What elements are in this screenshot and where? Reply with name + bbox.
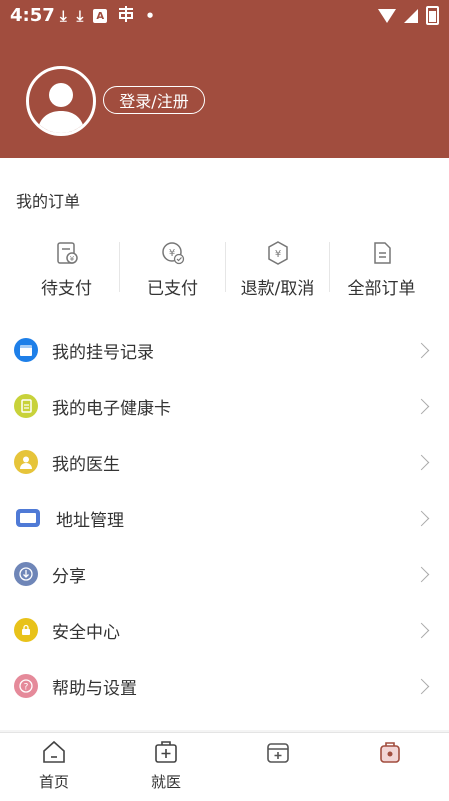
chevron-right-icon	[413, 398, 430, 414]
download-icon: ⤓	[76, 7, 84, 25]
dot-icon: •	[145, 7, 155, 25]
download-icon: ⤓	[60, 7, 67, 25]
medical-icon	[155, 741, 177, 763]
bottom-navigation: 首页 就医	[0, 732, 449, 801]
notification-icon	[117, 6, 135, 26]
profile-header: 4:57 ⤓ ⤓ A • 登录/注册	[0, 0, 449, 158]
chevron-right-icon	[413, 510, 430, 526]
tab-medical[interactable]: 就医	[116, 739, 216, 799]
all-orders-icon	[373, 242, 391, 264]
menu-item-security[interactable]: 安全中心	[0, 602, 449, 658]
signal-icon	[404, 8, 418, 23]
tab-profile[interactable]	[340, 739, 440, 799]
health-kit-icon	[267, 743, 289, 763]
svg-text:?: ?	[24, 683, 29, 693]
share-icon	[14, 562, 38, 586]
card-icon	[14, 394, 38, 418]
chevron-right-icon	[413, 454, 430, 470]
menu-item-my-doctor[interactable]: 我的医生	[0, 434, 449, 490]
menu-item-address[interactable]: 地址管理	[0, 490, 449, 546]
address-icon	[16, 509, 40, 527]
order-all[interactable]: 全部订单	[329, 240, 434, 300]
login-register-button[interactable]: 登录/注册	[103, 86, 205, 114]
menu-item-help-settings[interactable]: ? 帮助与设置	[0, 658, 449, 714]
chevron-right-icon	[413, 342, 430, 358]
menu-list: 我的挂号记录 我的电子健康卡 我的医生 地址管理 分享 安全中心 ? 帮助与设置	[0, 318, 449, 730]
tab-health-kit[interactable]	[228, 739, 328, 799]
calendar-icon	[14, 338, 38, 362]
profile-icon	[380, 742, 400, 763]
menu-item-health-card[interactable]: 我的电子健康卡	[0, 378, 449, 434]
avatar[interactable]	[26, 66, 96, 136]
svg-text:¥: ¥	[69, 255, 74, 263]
menu-item-registration-records[interactable]: 我的挂号记录	[0, 322, 449, 378]
order-refund-cancel[interactable]: ¥ 退款/取消	[225, 240, 330, 300]
order-pending-payment[interactable]: ¥ 待支付	[14, 240, 119, 300]
order-paid[interactable]: ¥ 已支付	[120, 240, 225, 300]
doctor-icon	[14, 450, 38, 474]
help-icon: ?	[14, 674, 38, 698]
paid-icon: ¥	[161, 242, 184, 265]
svg-text:¥: ¥	[274, 249, 280, 260]
tab-home[interactable]: 首页	[4, 739, 104, 799]
status-time: 4:57	[10, 5, 55, 26]
menu-item-share[interactable]: 分享	[0, 546, 449, 602]
a-box-icon: A	[93, 9, 108, 23]
status-bar: 4:57 ⤓ ⤓ A •	[0, 0, 449, 32]
chevron-right-icon	[413, 566, 430, 582]
person-icon	[37, 83, 85, 133]
battery-icon	[426, 6, 439, 25]
lock-icon	[14, 618, 38, 642]
refund-icon: ¥	[267, 241, 288, 265]
orders-panel: 我的订单 ¥ 待支付 ¥ 已支付 ¥ 退款/取消 全部订单	[0, 158, 449, 318]
home-icon	[43, 740, 65, 763]
pending-payment-icon: ¥	[56, 242, 78, 264]
chevron-right-icon	[413, 678, 430, 694]
chevron-right-icon	[413, 622, 430, 638]
wifi-icon	[378, 8, 396, 23]
orders-title: 我的订单	[16, 192, 81, 211]
